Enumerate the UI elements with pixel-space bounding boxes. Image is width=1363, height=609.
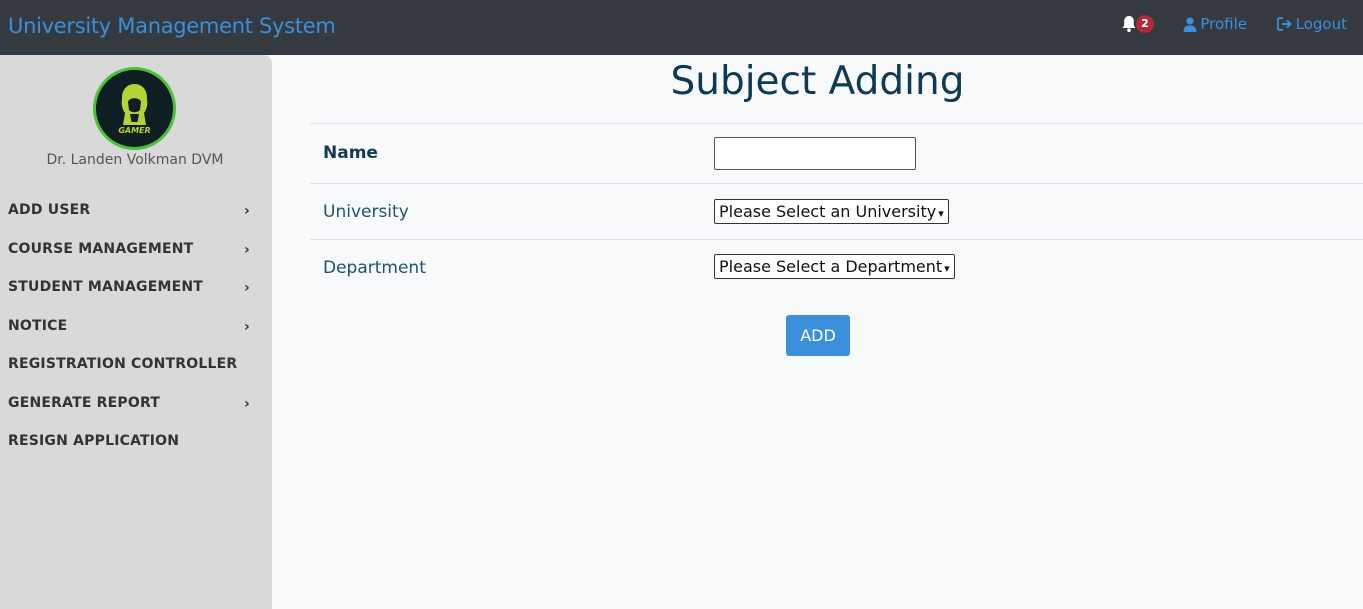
sidebar-item-label: COURSE MANAGEMENT [8, 241, 194, 257]
user-name: Dr. Landen Volkman DVM [46, 152, 224, 168]
sidebar-item-add-user[interactable]: ADD USER › [8, 202, 260, 224]
chevron-right-icon: › [244, 280, 250, 296]
form-row-university: University Please Select an University ▾ [310, 183, 1363, 239]
avatar: GAMER [93, 67, 176, 150]
user-icon [1183, 16, 1197, 32]
add-button[interactable]: ADD [786, 315, 850, 356]
profile-link[interactable]: Profile [1183, 15, 1247, 33]
sidebar-item-label: ADD USER [8, 202, 91, 218]
sidebar-item-registration-controller[interactable]: REGISTRATION CONTROLLER [8, 356, 260, 378]
sidebar: GAMER Dr. Landen Volkman DVM ADD USER › … [0, 55, 272, 609]
sidebar-item-resign-application[interactable]: RESIGN APPLICATION [8, 433, 260, 455]
name-label: Name [323, 143, 378, 163]
app-brand[interactable]: University Management System [8, 14, 336, 38]
top-navbar: University Management System 2 Profile L… [0, 0, 1363, 55]
sign-out-icon [1276, 17, 1292, 31]
sidebar-item-notice[interactable]: NOTICE › [8, 318, 260, 340]
form-row-name: Name [310, 123, 1363, 183]
sidebar-item-course-management[interactable]: COURSE MANAGEMENT › [8, 241, 260, 263]
department-select[interactable]: Please Select a Department ▾ [714, 254, 955, 279]
sidebar-item-label: NOTICE [8, 318, 68, 334]
bell-icon [1122, 16, 1136, 32]
chevron-right-icon: › [244, 396, 250, 412]
sidebar-item-label: STUDENT MANAGEMENT [8, 279, 204, 295]
chevron-down-icon: ▾ [944, 262, 950, 275]
chevron-down-icon: ▾ [938, 207, 944, 220]
university-selected-value: Please Select an University [719, 202, 937, 221]
page-title: Subject Adding [670, 59, 965, 104]
department-label: Department [323, 258, 426, 278]
chevron-right-icon: › [244, 203, 250, 219]
chevron-right-icon: › [244, 319, 250, 335]
logout-label: Logout [1295, 15, 1347, 33]
logout-link[interactable]: Logout [1276, 15, 1347, 33]
gamer-logo: GAMER [118, 84, 151, 135]
sidebar-item-label: REGISTRATION CONTROLLER [8, 356, 238, 372]
name-input[interactable] [714, 137, 916, 170]
chevron-right-icon: › [244, 242, 250, 258]
university-label: University [323, 202, 409, 222]
university-select[interactable]: Please Select an University ▾ [714, 199, 949, 224]
sidebar-item-generate-report[interactable]: GENERATE REPORT › [8, 395, 260, 417]
notifications-button[interactable]: 2 [1121, 14, 1155, 38]
sidebar-item-label: RESIGN APPLICATION [8, 433, 180, 449]
sidebar-item-label: GENERATE REPORT [8, 395, 161, 411]
main-content: Subject Adding Name University Please Se… [272, 55, 1363, 609]
notification-count-badge: 2 [1136, 15, 1154, 33]
sidebar-item-student-management[interactable]: STUDENT MANAGEMENT › [8, 279, 260, 301]
department-selected-value: Please Select a Department [719, 257, 943, 276]
form-row-department: Department Please Select a Department ▾ [310, 239, 1363, 295]
profile-label: Profile [1200, 15, 1247, 33]
svg-text:GAMER: GAMER [118, 126, 150, 135]
